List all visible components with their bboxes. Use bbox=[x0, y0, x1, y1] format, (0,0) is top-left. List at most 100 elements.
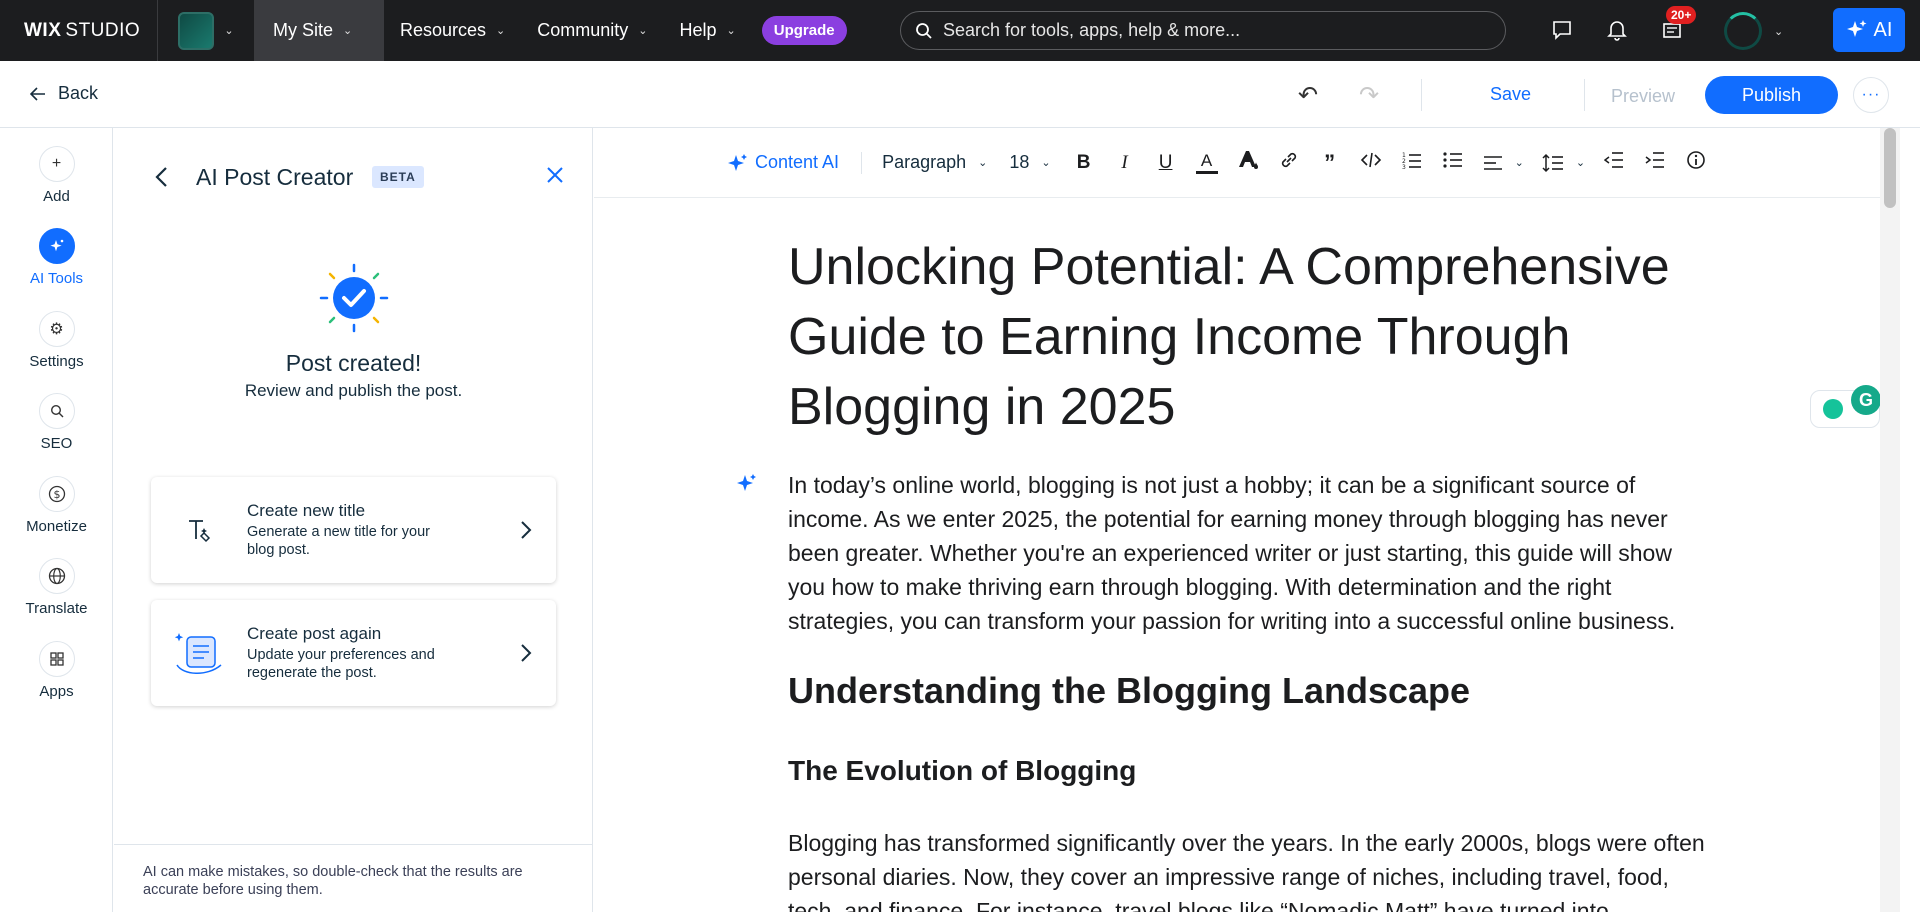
increase-indent-icon[interactable] bbox=[1644, 151, 1666, 175]
quote-icon[interactable]: ” bbox=[1319, 150, 1341, 176]
divider bbox=[1584, 79, 1585, 111]
scrollbar-thumb[interactable] bbox=[1884, 128, 1896, 208]
ai-post-creator-panel: AI Post Creator BETA Post created! Revie… bbox=[114, 128, 593, 912]
card-description: Update your preferences and regenerate t… bbox=[247, 647, 435, 681]
create-post-again-card[interactable]: Create post again Update your preference… bbox=[151, 600, 556, 706]
panel-title: AI Post Creator bbox=[196, 164, 354, 190]
scrollbar[interactable] bbox=[1880, 128, 1900, 912]
svg-text:3: 3 bbox=[1402, 164, 1406, 169]
account-menu[interactable]: ⌄ bbox=[1724, 12, 1783, 50]
rail-item-monetize[interactable]: $ Monetize bbox=[0, 476, 113, 535]
post-title[interactable]: Unlocking Potential: A Comprehensive Gui… bbox=[788, 232, 1688, 442]
ai-label: AI bbox=[1873, 18, 1893, 41]
nav-label: My Site bbox=[273, 20, 334, 40]
more-actions-icon[interactable]: ··· bbox=[1853, 77, 1889, 113]
bold-icon[interactable]: B bbox=[1073, 152, 1095, 174]
avatar bbox=[1724, 12, 1762, 50]
search-icon bbox=[916, 22, 932, 39]
nav-help[interactable]: Help ⌄ bbox=[664, 0, 752, 61]
grammarly-icon: G bbox=[1851, 385, 1881, 415]
numbered-list-icon[interactable]: 123 bbox=[1401, 151, 1423, 175]
chevron-down-icon: ⌄ bbox=[343, 25, 353, 37]
beta-badge: BETA bbox=[372, 166, 424, 188]
rail-item-add[interactable]: + Add bbox=[0, 146, 113, 205]
regenerate-post-icon bbox=[151, 629, 247, 677]
content-ai-label: Content AI bbox=[755, 152, 840, 172]
search-input[interactable]: Search for tools, apps, help & more... bbox=[900, 11, 1506, 50]
intro-paragraph[interactable]: In today’s online world, blogging is not… bbox=[788, 468, 1708, 638]
notification-badge: 20+ bbox=[1666, 6, 1697, 24]
rail-item-apps[interactable]: Apps bbox=[0, 641, 113, 700]
search-placeholder: Search for tools, apps, help & more... bbox=[943, 20, 1241, 40]
nav-label: Resources bbox=[400, 20, 487, 40]
rail-item-ai-tools[interactable]: AI Tools bbox=[0, 228, 113, 287]
undo-icon[interactable]: ↶ bbox=[1298, 81, 1318, 110]
rail-label: SEO bbox=[40, 435, 73, 452]
redo-icon[interactable]: ↷ bbox=[1359, 81, 1379, 110]
left-rail: + Add AI Tools ⚙ Settings SEO $ Monetize… bbox=[0, 128, 113, 912]
decrease-indent-icon[interactable] bbox=[1603, 151, 1625, 175]
rail-item-settings[interactable]: ⚙ Settings bbox=[0, 311, 113, 370]
chevron-left-icon[interactable] bbox=[154, 166, 168, 194]
highlight-icon[interactable] bbox=[1237, 149, 1259, 177]
preview-button[interactable]: Preview bbox=[1611, 86, 1675, 107]
divider bbox=[1421, 79, 1422, 111]
chat-icon[interactable] bbox=[1546, 14, 1578, 46]
nav-label: Community bbox=[537, 20, 629, 40]
chevron-down-icon: ⌄ bbox=[726, 25, 736, 37]
back-button[interactable]: Back bbox=[30, 83, 98, 104]
sparkle-icon bbox=[728, 153, 747, 171]
create-new-title-card[interactable]: Create new title Generate a new title fo… bbox=[151, 477, 556, 583]
underline-icon[interactable]: U bbox=[1155, 152, 1177, 174]
svg-text:$: $ bbox=[53, 488, 60, 501]
logo-sub: STUDIO bbox=[65, 19, 141, 41]
paragraph-style-dropdown[interactable]: Paragraph ⌄ bbox=[882, 152, 987, 173]
nav-community[interactable]: Community ⌄ bbox=[521, 0, 663, 61]
font-size-dropdown[interactable]: 18 ⌄ bbox=[1009, 152, 1050, 173]
line-spacing-dropdown[interactable]: ⌄ bbox=[1542, 153, 1585, 173]
sparkle-icon[interactable] bbox=[736, 472, 758, 500]
bell-icon[interactable] bbox=[1601, 14, 1633, 46]
publish-button[interactable]: Publish bbox=[1705, 76, 1838, 114]
arrow-left-icon bbox=[30, 86, 45, 101]
chevron-down-icon: ⌄ bbox=[1774, 25, 1784, 38]
rail-label: Settings bbox=[29, 353, 84, 370]
site-switcher[interactable]: ⌄ bbox=[158, 0, 255, 61]
nav-resources[interactable]: Resources ⌄ bbox=[384, 0, 521, 61]
rail-label: AI Tools bbox=[29, 270, 84, 287]
close-icon[interactable] bbox=[546, 164, 564, 190]
info-icon[interactable] bbox=[1685, 150, 1707, 176]
text-edit-icon bbox=[151, 516, 247, 544]
link-icon[interactable] bbox=[1278, 150, 1300, 176]
text-color-icon[interactable]: A bbox=[1195, 151, 1218, 174]
content-ai-button[interactable]: Content AI bbox=[727, 152, 839, 174]
italic-icon[interactable]: I bbox=[1114, 152, 1136, 174]
save-button[interactable]: Save bbox=[1490, 84, 1531, 105]
card-description: Generate a new title for your blog post. bbox=[247, 524, 430, 558]
wix-studio-logo[interactable]: WIX STUDIO bbox=[0, 0, 158, 61]
upgrade-button[interactable]: Upgrade bbox=[761, 16, 847, 45]
dollar-icon: $ bbox=[38, 476, 75, 512]
subsection-heading[interactable]: The Evolution of Blogging bbox=[788, 755, 1136, 787]
rail-item-translate[interactable]: Translate bbox=[0, 558, 113, 617]
rail-item-seo[interactable]: SEO bbox=[0, 393, 113, 452]
code-icon[interactable] bbox=[1360, 151, 1382, 175]
formatting-toolbar: Content AI Paragraph ⌄ 18 ⌄ B I U A ” 12… bbox=[594, 128, 1900, 198]
bulleted-list-icon[interactable] bbox=[1442, 151, 1464, 175]
section-heading[interactable]: Understanding the Blogging Landscape bbox=[788, 670, 1470, 712]
apps-icon bbox=[38, 641, 75, 677]
card-title: Create post again bbox=[247, 624, 382, 644]
font-size-value: 18 bbox=[1009, 152, 1030, 172]
nav-my-site[interactable]: My Site ⌄ bbox=[255, 0, 384, 61]
alignment-dropdown[interactable]: ⌄ bbox=[1483, 155, 1524, 171]
body-paragraph[interactable]: Blogging has transformed significantly o… bbox=[788, 826, 1708, 912]
top-bar: WIX STUDIO ⌄ My Site ⌄ Resources ⌄ Commu… bbox=[0, 0, 1920, 61]
nav-label: Help bbox=[679, 20, 717, 40]
chevron-down-icon: ⌄ bbox=[496, 25, 506, 37]
sparkle-icon bbox=[38, 228, 75, 264]
grammarly-widget[interactable]: G bbox=[1810, 385, 1881, 428]
success-check-icon bbox=[319, 263, 389, 333]
ai-assistant-button[interactable]: AI bbox=[1833, 8, 1905, 52]
back-label: Back bbox=[58, 83, 99, 103]
lightbulb-icon bbox=[1823, 399, 1843, 419]
